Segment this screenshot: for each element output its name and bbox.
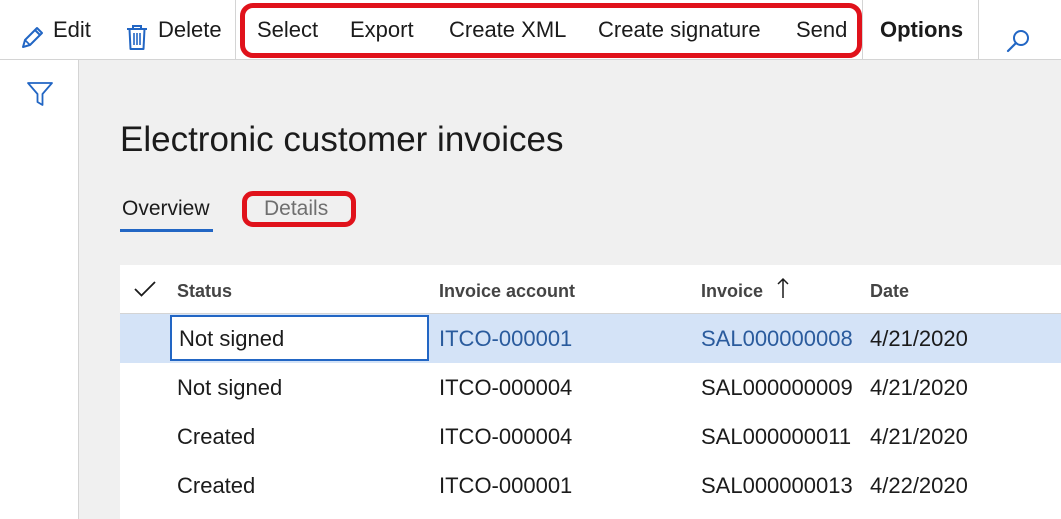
invoice-cell: SAL000000011 [701,424,852,449]
date-cell: 4/21/2020 [870,326,968,351]
toolbar-divider [862,0,863,60]
page-title: Electronic customer invoices [120,120,564,159]
invoice-cell: SAL000000009 [701,375,853,400]
column-header-date[interactable]: Date [870,265,909,314]
search-button[interactable] [1006,0,1036,60]
status-cell: Created [177,424,256,449]
table-row[interactable]: Not signed ITCO-000001 SAL000000008 4/21… [120,314,1061,363]
column-header-status[interactable]: Status [177,265,232,314]
invoice-grid: Status Invoice account Invoice Date Not … [120,265,1061,519]
create-signature-button[interactable]: Create signature [598,0,761,60]
search-icon [1006,17,1032,77]
edit-label: Edit [53,17,91,42]
invoice-account-cell: ITCO-000004 [439,375,573,400]
select-button[interactable]: Select [257,0,318,60]
sort-ascending-arrow-icon [776,267,790,319]
edit-button[interactable]: Edit [18,0,96,60]
delete-label: Delete [158,17,222,42]
send-button[interactable]: Send [796,0,847,60]
status-cell: Created [177,473,256,498]
select-all-checkbox[interactable] [133,279,157,304]
trash-icon [125,15,149,75]
table-row[interactable]: Created ITCO-000004 SAL000000011 4/21/20… [120,412,1061,461]
status-cell: Not signed [177,375,283,400]
create-xml-button[interactable]: Create XML [449,0,566,60]
column-header-invoice-account[interactable]: Invoice account [439,265,575,314]
filter-button[interactable] [26,80,54,108]
delete-button[interactable]: Delete [125,0,225,60]
invoice-link[interactable]: SAL000000008 [701,314,853,363]
checkmark-icon [133,281,157,303]
options-tab[interactable]: Options [880,0,963,60]
invoice-account-cell: ITCO-000001 [439,473,573,498]
column-header-invoice-label: Invoice [701,281,764,301]
filter-icon [26,82,54,112]
export-button[interactable]: Export [350,0,414,60]
table-row[interactable]: Not signed ITCO-000004 SAL000000009 4/21… [120,363,1061,412]
table-row[interactable]: Created ITCO-000001 SAL000000013 4/22/20… [120,461,1061,510]
tab-details[interactable]: Details [264,194,328,224]
tab-selected-indicator [120,229,213,232]
action-pane: Edit Delete Select Export Create XML Cre… [0,0,1061,60]
toolbar-divider [235,0,236,60]
toolbar-divider [978,0,979,60]
invoice-account-link[interactable]: ITCO-000001 [439,314,572,363]
tab-overview[interactable]: Overview [122,194,210,224]
grid-header: Status Invoice account Invoice Date [120,265,1061,314]
date-cell: 4/21/2020 [870,424,968,449]
column-header-invoice[interactable]: Invoice [701,265,790,314]
date-cell: 4/21/2020 [870,375,968,400]
status-cell: Not signed [179,326,285,351]
invoice-account-cell: ITCO-000004 [439,424,573,449]
invoice-cell: SAL000000013 [701,473,853,498]
left-rail [0,60,79,519]
date-cell: 4/22/2020 [870,473,968,498]
